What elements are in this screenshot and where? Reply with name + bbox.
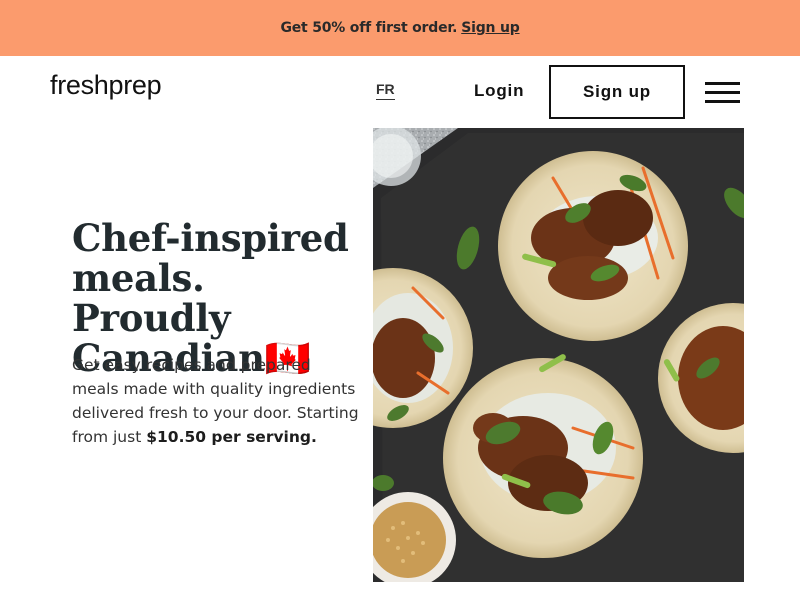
promo-signup-link[interactable]: Sign up	[461, 20, 520, 36]
signup-button[interactable]: Sign up	[549, 65, 685, 119]
language-toggle[interactable]: FR	[376, 81, 395, 100]
hamburger-menu-icon[interactable]	[705, 82, 740, 103]
login-link[interactable]: Login	[474, 81, 524, 101]
tacos-illustration	[373, 128, 744, 582]
logo[interactable]: freshprep	[50, 70, 162, 101]
hero-price: $10.50 per serving.	[146, 428, 317, 446]
promo-text: Get 50% off first order.	[280, 20, 458, 36]
hero-image	[373, 128, 744, 582]
hero-subtitle: Get easy recipes and prepared meals made…	[72, 353, 362, 449]
promo-banner: Get 50% off first order. Sign up	[0, 0, 800, 56]
